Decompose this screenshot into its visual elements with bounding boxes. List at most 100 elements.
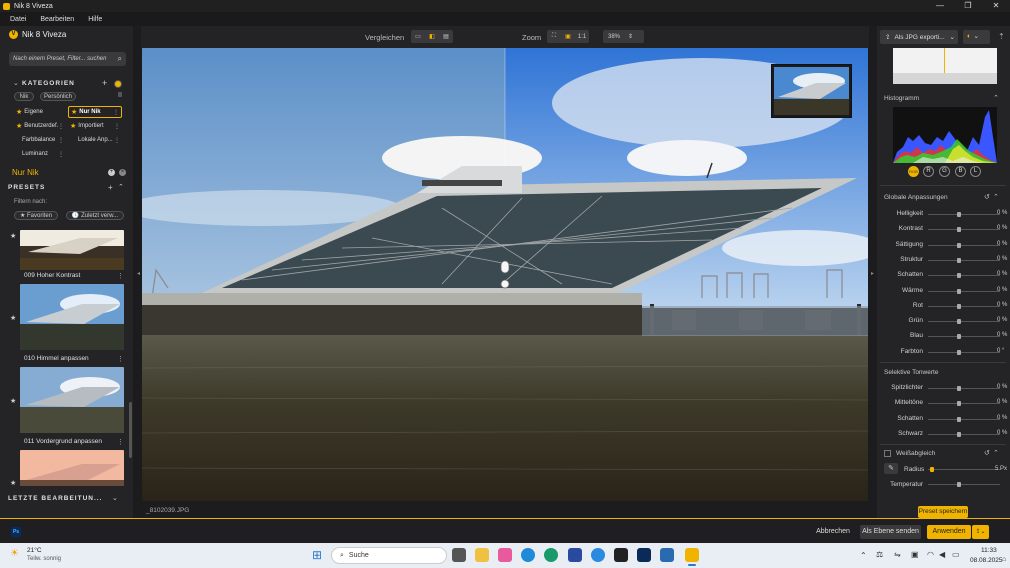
adjustment-slider[interactable]: [928, 349, 1000, 355]
adjustment-slider[interactable]: [928, 386, 1000, 391]
menu-edit[interactable]: Bearbeiten: [40, 16, 74, 23]
adjustment-slider[interactable]: [928, 303, 1000, 309]
preset-label[interactable]: 009 Hoher Kontrast: [24, 272, 80, 279]
radius-slider[interactable]: [928, 467, 1000, 472]
preset-mode-dropdown[interactable]: ◐ ⌄: [963, 30, 990, 44]
tone-curve-preview[interactable]: [893, 48, 997, 84]
app-icon-br[interactable]: [614, 548, 628, 562]
more-icon[interactable]: ⋮: [58, 123, 64, 130]
adjustment-slider[interactable]: [928, 257, 1000, 263]
cancel-button[interactable]: Abbrechen: [812, 525, 854, 539]
slider-knob[interactable]: [957, 273, 961, 279]
more-icon[interactable]: ⋮: [113, 109, 119, 116]
slider-knob[interactable]: [957, 401, 961, 407]
white-balance-checkbox[interactable]: [884, 450, 891, 457]
more-icon[interactable]: ⋮: [58, 151, 64, 158]
battery-icon[interactable]: ▭: [952, 550, 960, 559]
slider-knob[interactable]: [957, 227, 961, 233]
preset-thumbnail[interactable]: [20, 230, 124, 270]
expand-recent-icon[interactable]: ⌄: [112, 494, 118, 502]
category-luminanz[interactable]: Luminanz ⋮: [20, 148, 66, 160]
channel-g[interactable]: G: [939, 166, 950, 177]
send-as-layer-button[interactable]: Als Ebene senden: [860, 525, 921, 539]
fill-screen-icon[interactable]: ▣: [561, 30, 575, 43]
add-category-icon[interactable]: +: [102, 78, 107, 88]
category-lokale-anp[interactable]: Lokale Anp... ⋮: [76, 134, 122, 146]
apply-options-dropdown[interactable]: ⇪⌄: [972, 525, 989, 539]
side-by-side-icon[interactable]: ▤: [439, 30, 453, 43]
preset-thumbnail[interactable]: [20, 284, 124, 350]
more-icon[interactable]: ⋮: [117, 438, 124, 446]
tab-nik[interactable]: Nik: [14, 92, 34, 101]
category-farbbalance[interactable]: Farbbalance ⋮: [20, 134, 66, 146]
weather-icon[interactable]: ☀: [10, 548, 19, 559]
adjustment-slider[interactable]: [928, 431, 1000, 437]
more-icon[interactable]: ⋮: [58, 137, 64, 144]
category-benutzerdef[interactable]: ★ Benutzerdef. ⋮: [14, 120, 66, 132]
active-filter-label[interactable]: Nur Nik: [12, 168, 39, 177]
taskbar-search[interactable]: ⌕ Suche: [331, 547, 447, 564]
adjustment-slider[interactable]: [928, 242, 1000, 248]
preset-label[interactable]: 010 Himmel anpassen: [24, 355, 89, 362]
adjustment-slider[interactable]: [928, 416, 1000, 422]
presets-scrollbar[interactable]: [129, 402, 132, 458]
volume-icon[interactable]: ◀: [939, 550, 945, 559]
collapse-all-icon[interactable]: ⇡: [998, 32, 1005, 41]
tray-box-icon[interactable]: ▣: [911, 550, 919, 559]
export-format-dropdown[interactable]: ⇪ Als JPG exporti... ⌄: [880, 30, 958, 44]
channel-r[interactable]: R: [923, 166, 934, 177]
apply-button[interactable]: Anwenden: [927, 525, 971, 539]
preset-search-input[interactable]: Nach einem Preset, Filter... suchen ⌕: [9, 52, 126, 66]
chrome-icon[interactable]: [544, 548, 558, 562]
category-toggle-icon[interactable]: [114, 80, 122, 88]
adjustment-slider[interactable]: [928, 227, 1000, 233]
preset-thumbnail[interactable]: [20, 450, 124, 486]
single-view-icon[interactable]: ▭: [411, 30, 425, 43]
wifi-icon[interactable]: ◠: [927, 550, 934, 559]
slider-knob[interactable]: [957, 242, 961, 248]
more-icon[interactable]: ⋮: [114, 123, 120, 130]
reset-icon[interactable]: ↺: [984, 449, 990, 457]
slider-knob[interactable]: [957, 319, 961, 325]
favorite-star-icon[interactable]: ★: [10, 479, 16, 487]
slider-knob[interactable]: [957, 288, 961, 294]
adjustment-slider[interactable]: [928, 288, 1000, 294]
collapse-categories-icon[interactable]: ⌄: [13, 79, 19, 87]
temperature-slider[interactable]: [928, 482, 1000, 487]
add-preset-icon[interactable]: +: [108, 183, 113, 192]
collapse-presets-icon[interactable]: ⌃: [118, 183, 124, 191]
tab-personal[interactable]: Persönlich: [40, 92, 76, 101]
channel-rgb[interactable]: RGB: [908, 166, 919, 177]
collapse-right-panel-icon[interactable]: ▸: [871, 270, 874, 277]
tray-app-icon[interactable]: ⚖: [876, 550, 883, 559]
favorite-star-icon[interactable]: ★: [10, 232, 16, 240]
favorite-star-icon[interactable]: ★: [10, 314, 16, 322]
task-view-icon[interactable]: [452, 548, 466, 562]
clock-time[interactable]: 11:33: [981, 547, 997, 554]
maximize-button[interactable]: ❐: [954, 0, 982, 12]
viveza-taskbar-icon[interactable]: [685, 548, 699, 562]
app-icon-photos[interactable]: [660, 548, 674, 562]
category-eigene[interactable]: ★ Eigene: [14, 106, 66, 118]
more-icon[interactable]: ⋮: [114, 137, 120, 144]
slider-knob[interactable]: [957, 349, 961, 355]
remove-filter-icon[interactable]: ×: [119, 169, 126, 176]
menu-help[interactable]: Hilfe: [88, 16, 102, 23]
handle-icon[interactable]: [118, 92, 122, 97]
image-preview[interactable]: [142, 48, 868, 501]
eyedropper-icon[interactable]: ✎: [884, 463, 898, 474]
clock-date[interactable]: 08.08.2025: [970, 557, 1003, 564]
copilot-icon[interactable]: [498, 548, 512, 562]
adjustment-slider[interactable]: [928, 334, 1000, 340]
tray-link-icon[interactable]: ⇋: [894, 550, 901, 559]
slider-knob[interactable]: [957, 386, 961, 391]
file-explorer-icon[interactable]: [475, 548, 489, 562]
minimize-button[interactable]: —: [926, 0, 954, 12]
channel-b[interactable]: B: [955, 166, 966, 177]
slider-knob[interactable]: [957, 212, 961, 217]
slider-knob[interactable]: [957, 416, 961, 422]
edge-icon[interactable]: [521, 548, 535, 562]
navigator-preview[interactable]: [771, 64, 852, 118]
category-importiert[interactable]: ★ Importiert ⋮: [68, 120, 122, 132]
collapse-global-icon[interactable]: ⌃: [993, 193, 999, 201]
